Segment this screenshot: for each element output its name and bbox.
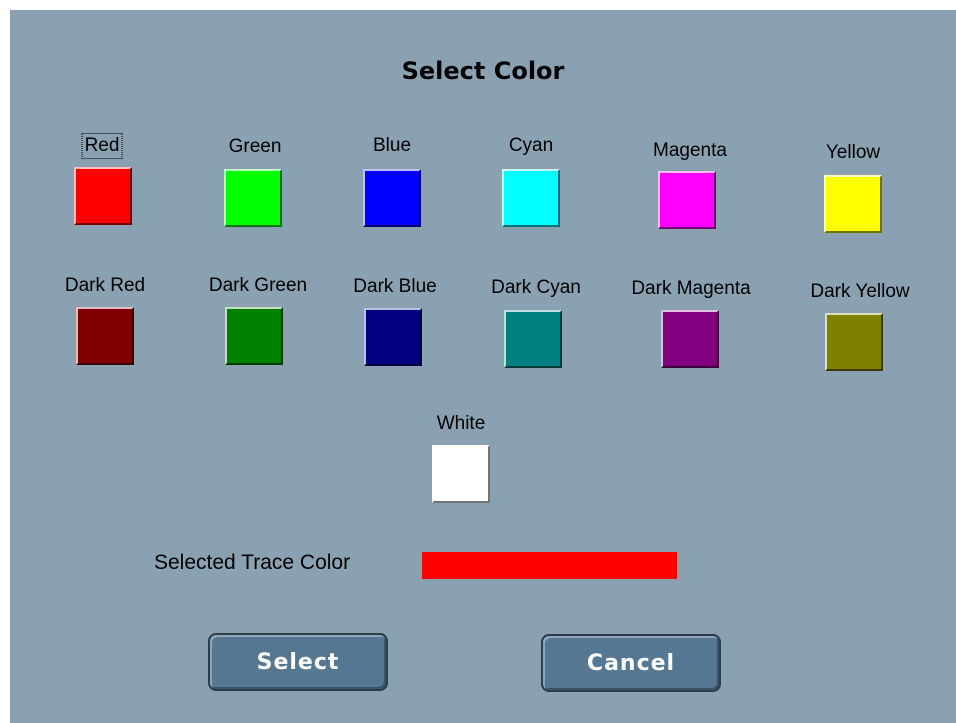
swatch-magenta[interactable] [658,171,716,229]
label-dark-blue: Dark Blue [353,276,437,297]
swatch-red[interactable] [74,167,132,225]
selected-trace-color-label: Selected Trace Color [154,551,351,574]
label-blue: Blue [372,135,412,156]
label-dark-yellow: Dark Yellow [810,281,910,302]
swatch-cyan[interactable] [502,169,560,227]
label-green: Green [228,136,282,157]
swatch-green[interactable] [224,169,282,227]
label-dark-green: Dark Green [208,275,308,296]
swatch-blue[interactable] [363,169,421,227]
label-white: White [436,413,486,434]
swatch-dark-magenta[interactable] [661,310,719,368]
label-yellow: Yellow [825,142,881,163]
select-button[interactable]: Select [208,633,388,691]
label-cyan: Cyan [508,135,554,156]
label-dark-red: Dark Red [64,275,146,296]
label-dark-cyan: Dark Cyan [491,277,581,298]
swatch-yellow[interactable] [824,175,882,233]
swatch-white[interactable] [432,445,490,503]
dialog-title: Select Color [401,57,565,85]
swatch-dark-blue[interactable] [364,308,422,366]
swatch-dark-red[interactable] [76,307,134,365]
cancel-button[interactable]: Cancel [541,634,721,692]
swatch-dark-green[interactable] [225,307,283,365]
selected-trace-color-preview [422,552,677,579]
color-dialog: Select Color Red Green Blue Cyan Magenta… [10,10,956,723]
label-red: Red [81,133,123,159]
label-magenta: Magenta [653,140,727,161]
swatch-dark-cyan[interactable] [504,310,562,368]
swatch-dark-yellow[interactable] [825,313,883,371]
label-dark-magenta: Dark Magenta [631,278,751,299]
